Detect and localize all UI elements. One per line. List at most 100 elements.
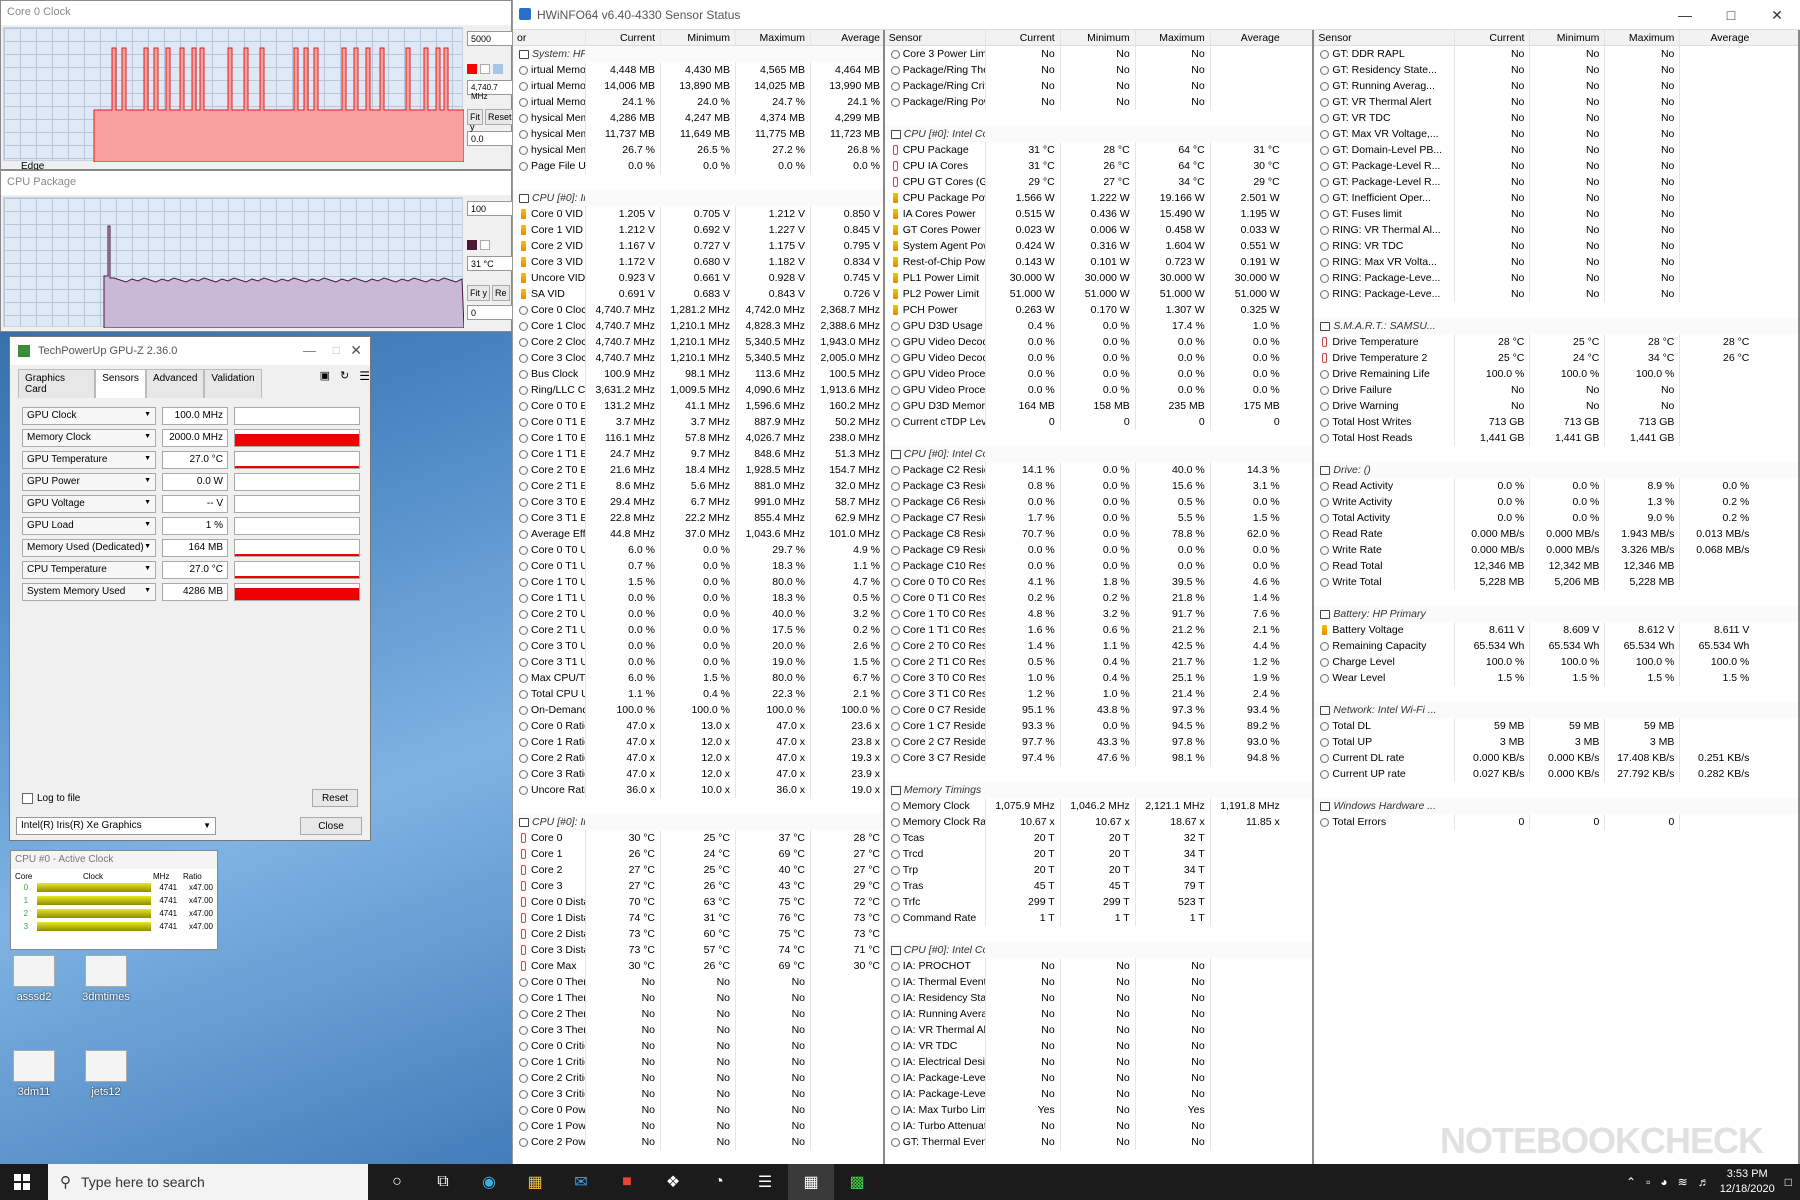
sensor-row[interactable]: Total DL 59 MB 59 MB 59 MB [1314, 718, 1798, 734]
sensor-row[interactable]: Core 0 Clock4,740.7 MHz1,281.2 MHz4,742.… [513, 302, 883, 318]
sensor-row[interactable]: Total CPU Usage1.1 %0.4 %22.3 %2.1 % [513, 686, 883, 702]
sensor-row[interactable]: Package/Ring Critic...NoNoNo [885, 78, 1313, 94]
sensor-row[interactable]: Core 1 T0 Effective...116.1 MHz57.8 MHz4… [513, 430, 883, 446]
sensor-group-header[interactable]: CPU [#0]: Intel Cor... [884, 942, 1313, 958]
active-clock-window[interactable]: CPU #0 - Active Clock Core Clock MHz Rat… [10, 850, 218, 950]
gpuz-titlebar[interactable]: TechPowerUp GPU-Z 2.36.0 — □ ✕ [10, 337, 370, 365]
header-maximum[interactable]: Maximum [735, 30, 810, 45]
sensor-row[interactable]: GPU D3D Usage 0.4 % 0.0 % 17.4 % 1.0 % [885, 318, 1313, 334]
sensor-row[interactable]: Core 3 T1 C0 Resid...1.2 %1.0 %21.4 %2.4… [885, 686, 1313, 702]
sensor-row[interactable]: Remaining Capacity 65.534 Wh 65.534 Wh 65.5… [1314, 638, 1798, 654]
sensor-row[interactable]: Core 2 T1 Usage0.0 %0.0 %17.5 %0.2 % [513, 622, 883, 638]
sensor-row[interactable]: Core Max 30 °C 26 °C 69 °C 30 °C [513, 958, 883, 974]
sensor-row[interactable]: CPU Package 31 °C 28 °C 64 °C 31 °C [885, 142, 1313, 158]
sensor-row[interactable]: CPU Package Power1.566 W1.222 W19.166 W2… [885, 190, 1313, 206]
gpuz-sensor-name[interactable]: Memory Used (Dedicated) [22, 539, 156, 557]
sensor-row[interactable]: Package/Ring Ther...NoNoNo [885, 62, 1313, 78]
sensor-row[interactable]: Core 1 VID 1.212 V 0.692 V 1.227 V 0.845 V [513, 222, 883, 238]
sensor-row[interactable]: Core 3 T0 C0 Resid...1.0 %0.4 %25.1 %1.9… [885, 670, 1313, 686]
sensor-row[interactable]: Wear Level 1.5 % 1.5 % 1.5 % 1.5 % [1314, 670, 1798, 686]
sensor-row[interactable]: Core 3 Power Limit ...NoNoNo [885, 46, 1313, 62]
sensor-row[interactable]: IA: VR Thermal AlertNoNoNo [885, 1022, 1313, 1038]
color-swatch-purple[interactable] [467, 240, 477, 250]
sensor-row[interactable]: Package C6 Reside...0.0 %0.0 %0.5 %0.0 % [885, 494, 1313, 510]
sensor-row[interactable]: Core 2 Thermal Thr...NoNoNo [513, 1006, 883, 1022]
close-icon[interactable]: ✕ [1754, 0, 1800, 30]
sensor-row[interactable]: irtual Memory Com...4,448 MB4,430 MB4,56… [513, 62, 883, 78]
header-average[interactable]: Average [1209, 30, 1285, 45]
header-sensor[interactable]: Sensor [1314, 30, 1454, 45]
sensor-row[interactable]: GT Cores Power 0.023 W 0.006 W 0.458 W 0.033… [885, 222, 1313, 238]
sensor-row[interactable]: Core 2 Clock4,740.7 MHz1,210.1 MHz5,340.… [513, 334, 883, 350]
device-icon[interactable]: ▫ [1646, 1175, 1650, 1189]
header-maximum[interactable]: Maximum [1604, 30, 1679, 45]
sensor-row[interactable]: Read Activity 0.0 % 0.0 % 8.9 % 0.0 % [1314, 478, 1798, 494]
sensor-row[interactable]: PCH Power 0.263 W 0.170 W 1.307 W 0.325 W [885, 302, 1313, 318]
header-current[interactable]: Current [1454, 30, 1529, 45]
sensor-row[interactable]: Core 3 Distance to ...73 °C57 °C74 °C71 … [513, 942, 883, 958]
sensor-row[interactable]: Total UP 3 MB 3 MB 3 MB [1314, 734, 1798, 750]
sensor-row[interactable]: Core 0 T0 Usage6.0 %0.0 %29.7 %4.9 % [513, 542, 883, 558]
sensor-row[interactable]: GT: Max VR Voltage,... No No No [1314, 126, 1798, 142]
sensor-row[interactable]: Core 2 Critical Tem...NoNoNo [513, 1070, 883, 1086]
header-current[interactable]: Current [984, 30, 1060, 45]
sensor-row[interactable]: RING: VR TDC No No No [1314, 238, 1798, 254]
sensor-row[interactable]: Tcas 20 T 20 T 32 T [885, 830, 1313, 846]
color-swatch-red[interactable] [467, 64, 477, 74]
sensor-row[interactable]: IA: Max Turbo Limit Yes No Yes [885, 1102, 1313, 1118]
sensor-row[interactable]: GT: Thermal Event No No No [885, 1134, 1313, 1150]
sensor-row[interactable]: IA: Package-Level ...NoNoNo [885, 1086, 1313, 1102]
sensor-row[interactable]: Uncore Ratio36.0 x10.0 x36.0 x19.0 x [513, 782, 883, 798]
sensor-row[interactable]: Battery Voltage 8.611 V 8.609 V 8.612 V 8.61… [1314, 622, 1798, 638]
sensor-row[interactable]: IA: VR TDC No No No [885, 1038, 1313, 1054]
sensor-row[interactable]: Core 2 VID 1.167 V 0.727 V 1.175 V 0.795 V [513, 238, 883, 254]
sensor-row[interactable]: Core 0 VID 1.205 V 0.705 V 1.212 V 0.850 V [513, 206, 883, 222]
reset-graph-button[interactable]: Reset [485, 109, 515, 125]
header-average[interactable]: Average [810, 30, 883, 45]
sensor-row[interactable]: Max CPU/Thread U...6.0 %1.5 %80.0 %6.7 % [513, 670, 883, 686]
sensor-row[interactable]: Core 2 Power Limit ...NoNoNo [513, 1134, 883, 1150]
desktop-icon-asssd2[interactable]: asssd2 [4, 955, 64, 1003]
desktop-icon-jets12[interactable]: jets12 [76, 1050, 136, 1098]
sensor-row[interactable]: Bus Clock 100.9 MHz 98.1 MHz 113.6 MHz 100.5… [513, 366, 883, 382]
sensor-row[interactable]: Core 2 T0 Effective...21.6 MHz18.4 MHz1,… [513, 462, 883, 478]
mail-icon[interactable]: ✉ [558, 1164, 604, 1200]
sensor-row[interactable]: Core 1 C7 Residency93.3 %0.0 %94.5 %89.2… [885, 718, 1313, 734]
sensor-row[interactable]: Core 1 Ratio 47.0 x 12.0 x 47.0 x 23.8 x [513, 734, 883, 750]
gpuz-sensor-name[interactable]: GPU Clock [22, 407, 156, 425]
fit-y-button[interactable]: Fit y [467, 109, 483, 132]
sensor-row[interactable]: GPU Video Decode ...0.0 %0.0 %0.0 %0.0 % [885, 334, 1313, 350]
hwinfo-taskbar-icon[interactable]: ▦ [788, 1164, 834, 1200]
sensor-row[interactable]: Core 3 Clock4,740.7 MHz1,210.1 MHz5,340.… [513, 350, 883, 366]
sensor-row[interactable]: Core 0 T0 Effective...131.2 MHz41.1 MHz1… [513, 398, 883, 414]
gpuz-sensor-name[interactable]: System Memory Used [22, 583, 156, 601]
log-to-file-checkbox[interactable] [22, 793, 33, 804]
sensor-row[interactable]: IA: Running Avera...NoNoNo [885, 1006, 1313, 1022]
header-current[interactable]: Current [585, 30, 660, 45]
sensor-row[interactable]: Core 1 T1 Effective...24.7 MHz9.7 MHz848… [513, 446, 883, 462]
core0-clock-graph-window[interactable]: Core 0 Clock 5000 4,740.7 MHz Fit y Rese… [0, 0, 515, 172]
sensor-row[interactable]: Drive Warning No No No [1314, 398, 1798, 414]
sensor-group-header[interactable]: System: HP HP Spe... [513, 46, 883, 62]
sensor-row[interactable]: Core 3 Ratio 47.0 x 12.0 x 47.0 x 23.9 x [513, 766, 883, 782]
color-swatch-blue[interactable] [493, 64, 503, 74]
header-minimum[interactable]: Minimum [1529, 30, 1604, 45]
sensor-row[interactable]: GT: DDR RAPL No No No [1314, 46, 1798, 62]
sensor-row[interactable]: Total Activity 0.0 % 0.0 % 9.0 % 0.2 % [1314, 510, 1798, 526]
sensor-row[interactable]: GT: Package-Level R... No No No [1314, 158, 1798, 174]
sensor-row[interactable]: IA: PROCHOT No No No [885, 958, 1313, 974]
sensor-row[interactable]: Core 1 Clock4,740.7 MHz1,210.1 MHz4,828.… [513, 318, 883, 334]
windows-start-icon[interactable] [14, 1174, 30, 1190]
sensor-row[interactable]: Core 1 Thermal Thr...NoNoNo [513, 990, 883, 1006]
sensor-row[interactable]: RING: Max VR Volta... No No No [1314, 254, 1798, 270]
camera-icon[interactable]: ▣ [320, 369, 330, 398]
sensor-row[interactable]: Core 0 T0 C0 Resid...4.1 %1.8 %39.5 %4.6… [885, 574, 1313, 590]
sensor-row[interactable]: Core 1 T0 Usage1.5 %0.0 %80.0 %4.7 % [513, 574, 883, 590]
close-button[interactable]: Close [300, 817, 362, 835]
sensor-row[interactable]: Core 0 Critical Tem...NoNoNo [513, 1038, 883, 1054]
gpuz-sensor-name[interactable]: GPU Load [22, 517, 156, 535]
sensor-row[interactable]: Ring/LLC Clock3,631.2 MHz1,009.5 MHz4,09… [513, 382, 883, 398]
sensor-row[interactable]: System Agent Power0.424 W0.316 W1.604 W0… [885, 238, 1313, 254]
sensor-row[interactable]: Core 1 Critical Tem...NoNoNo [513, 1054, 883, 1070]
color-swatch-white[interactable] [480, 64, 490, 74]
